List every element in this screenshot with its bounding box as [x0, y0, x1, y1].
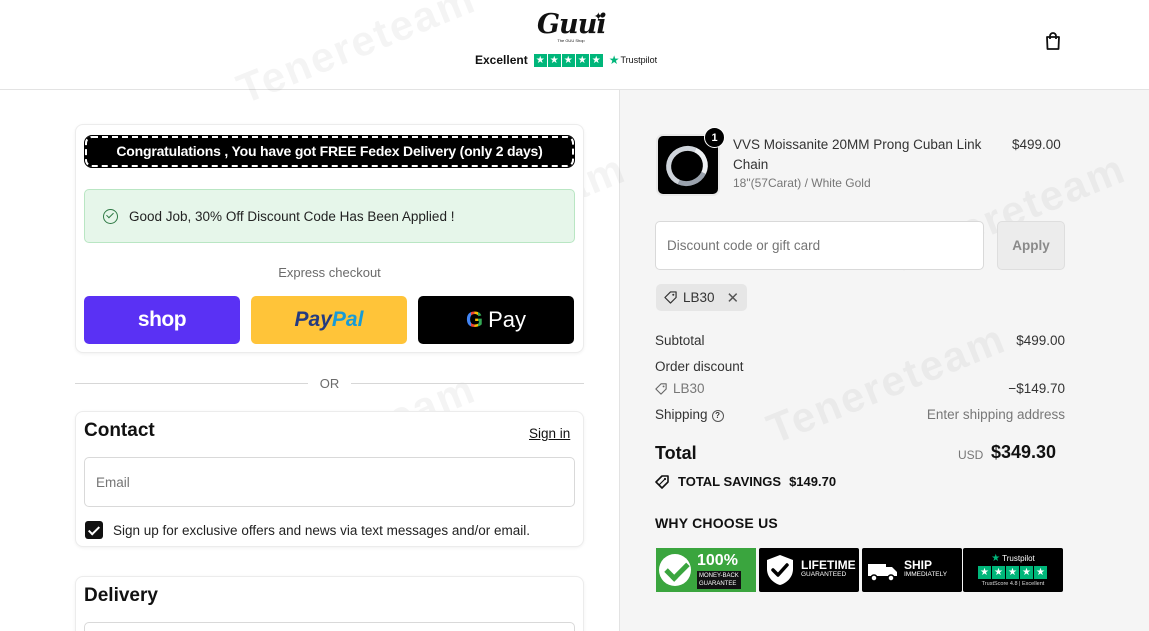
delivery-country-field[interactable] — [84, 622, 575, 631]
contact-title: Contact — [84, 420, 155, 441]
header: Guui The GUU Shop ✦ Excellent ★ ★ ★ ★ ★ … — [0, 0, 1149, 90]
sign-in-link[interactable]: Sign in — [529, 426, 570, 441]
star-icon: ★ — [547, 53, 561, 67]
trustscore-text: TrustScore 4.8 | Excellent — [981, 581, 1045, 587]
star-icon: ★ — [1034, 566, 1047, 579]
ship-line1: SHIP — [904, 558, 933, 572]
total-savings: TOTAL SAVINGS $149.70 — [655, 474, 836, 489]
total-currency: USD — [958, 448, 984, 462]
total-value: $349.30 — [991, 442, 1057, 462]
sms-opt-in-label: Sign up for exclusive offers and news vi… — [113, 522, 530, 538]
divider-line — [351, 382, 584, 384]
money-back-badge: 100% MONEY-BACK GUARANTEE — [656, 548, 756, 592]
trustpilot-badge-name: Trustpilot — [1002, 554, 1035, 563]
trustpilot-star-icon: ★ — [991, 553, 1001, 564]
discount-code-input[interactable] — [655, 221, 984, 270]
remove-code-icon[interactable]: ✕ — [727, 289, 740, 307]
savings-tag-icon — [655, 474, 669, 489]
subtotal-label: Subtotal — [655, 333, 705, 348]
ship-line2: IMMEDIATELY — [904, 571, 948, 578]
trustpilot-stars: ★ ★ ★ ★ ★ — [533, 53, 604, 67]
product-name: VVS Moissanite 20MM Prong Cuban Link Cha… — [733, 137, 982, 172]
delivery-title: Delivery — [84, 585, 158, 606]
shipping-label: Shipping? — [655, 407, 724, 422]
tag-icon — [655, 382, 667, 395]
discount-applied-alert: Good Job, 30% Off Discount Code Has Been… — [84, 189, 575, 243]
google-pay-button[interactable]: G Pay — [418, 296, 574, 344]
divider-line — [75, 382, 308, 384]
email-field[interactable] — [84, 457, 575, 507]
money-back-line1: MONEY-BACK — [699, 573, 739, 579]
sms-opt-in-checkbox[interactable] — [85, 521, 103, 539]
express-checkout-label: Express checkout — [278, 265, 381, 280]
shipping-value: Enter shipping address — [926, 407, 1065, 422]
tag-icon — [664, 291, 677, 304]
or-label: OR — [319, 375, 340, 391]
star-icon: ★ — [978, 566, 991, 579]
lifetime-guarantee-badge: LIFETIME GUARANTEED — [759, 548, 859, 592]
sparkle-icon: ✦ — [593, 11, 603, 23]
why-choose-us-title: WHY CHOOSE US — [655, 515, 778, 531]
trustpilot-star-icon: ★ — [608, 53, 620, 67]
free-delivery-banner: Congratulations , You have got FREE Fede… — [84, 135, 575, 168]
paypal-button[interactable]: Pay Pal — [251, 296, 407, 344]
money-back-lines: MONEY-BACK GUARANTEE — [697, 571, 741, 589]
total-label: Total — [655, 443, 697, 463]
trustpilot-rating: Excellent ★ ★ ★ ★ ★ ★ Trustpilot — [475, 52, 657, 68]
order-discount-code-text: LB30 — [673, 381, 705, 396]
star-icon: ★ — [1020, 566, 1033, 579]
help-icon[interactable]: ? — [711, 410, 724, 422]
google-pay-text: Pay — [488, 307, 527, 332]
ship-immediately-badge: SHIP IMMEDIATELY — [862, 548, 962, 592]
applied-code-text: LB30 — [683, 290, 715, 305]
chain-image — [660, 140, 714, 192]
savings-label: TOTAL SAVINGS — [678, 474, 782, 489]
lifetime-text: LIFETIME GUARANTEED — [801, 558, 856, 580]
savings-value: $149.70 — [789, 474, 837, 489]
sms-opt-in[interactable]: Sign up for exclusive offers and news vi… — [85, 521, 530, 539]
shop-pay-button[interactable]: shop — [84, 296, 240, 344]
trustpilot-badge-logo: ★ Trustpilot — [991, 553, 1035, 564]
subtotal-value: $499.00 — [1016, 333, 1065, 348]
star-icon: ★ — [533, 53, 547, 67]
order-discount-label: Order discount — [655, 359, 744, 374]
ship-text: SHIP IMMEDIATELY — [904, 558, 948, 580]
trustpilot-badge-stars: ★ ★ ★ ★ ★ — [978, 566, 1048, 579]
check-circle-icon — [103, 208, 118, 224]
order-discount-value: −$149.70 — [1008, 381, 1065, 396]
or-divider: OR — [75, 375, 584, 391]
applied-code-tag: LB30 ✕ — [656, 284, 748, 311]
trustpilot-badge: ★ Trustpilot ★ ★ ★ ★ ★ TrustScore 4.8 | Excel… — [963, 548, 1063, 592]
discount-applied-text: Good Job, 30% Off Discount Code Has Been… — [129, 208, 455, 224]
shield-check-icon — [767, 555, 793, 585]
order-discount-code: LB30 — [655, 381, 705, 396]
shop-pay-logo: shop — [137, 308, 187, 331]
money-back-line2: GUARANTEE — [699, 581, 737, 587]
star-icon: ★ — [575, 53, 589, 67]
star-icon: ★ — [992, 566, 1005, 579]
money-back-pct: 100% — [697, 552, 738, 569]
google-g-icon: G — [465, 307, 484, 332]
paypal-logo-part2: Pal — [331, 308, 364, 331]
money-back-check — [656, 548, 694, 592]
star-icon: ★ — [561, 53, 575, 67]
truck-icon — [868, 564, 897, 582]
money-back-text: 100% MONEY-BACK GUARANTEE — [694, 548, 756, 592]
apply-button[interactable]: Apply — [997, 221, 1065, 270]
paypal-logo-part1: Pay — [294, 308, 332, 331]
star-icon: ★ — [589, 53, 603, 67]
trustpilot-rating-text: Excellent — [475, 53, 528, 67]
trustpilot-name: Trustpilot — [620, 55, 658, 65]
star-icon: ★ — [1006, 566, 1019, 579]
store-logo[interactable]: Guui The GUU Shop ✦ — [537, 11, 607, 46]
shipping-label-text: Shipping — [655, 407, 708, 422]
product-variant: 18"(57Carat) / White Gold — [733, 176, 871, 190]
lifetime-line1: LIFETIME — [801, 558, 856, 572]
shopping-bag-icon[interactable] — [1043, 31, 1063, 51]
quantity-badge: 1 — [704, 127, 725, 148]
check-icon — [659, 554, 691, 586]
product-price: $499.00 — [1012, 137, 1061, 152]
trustpilot-logo: ★ Trustpilot — [609, 53, 657, 67]
